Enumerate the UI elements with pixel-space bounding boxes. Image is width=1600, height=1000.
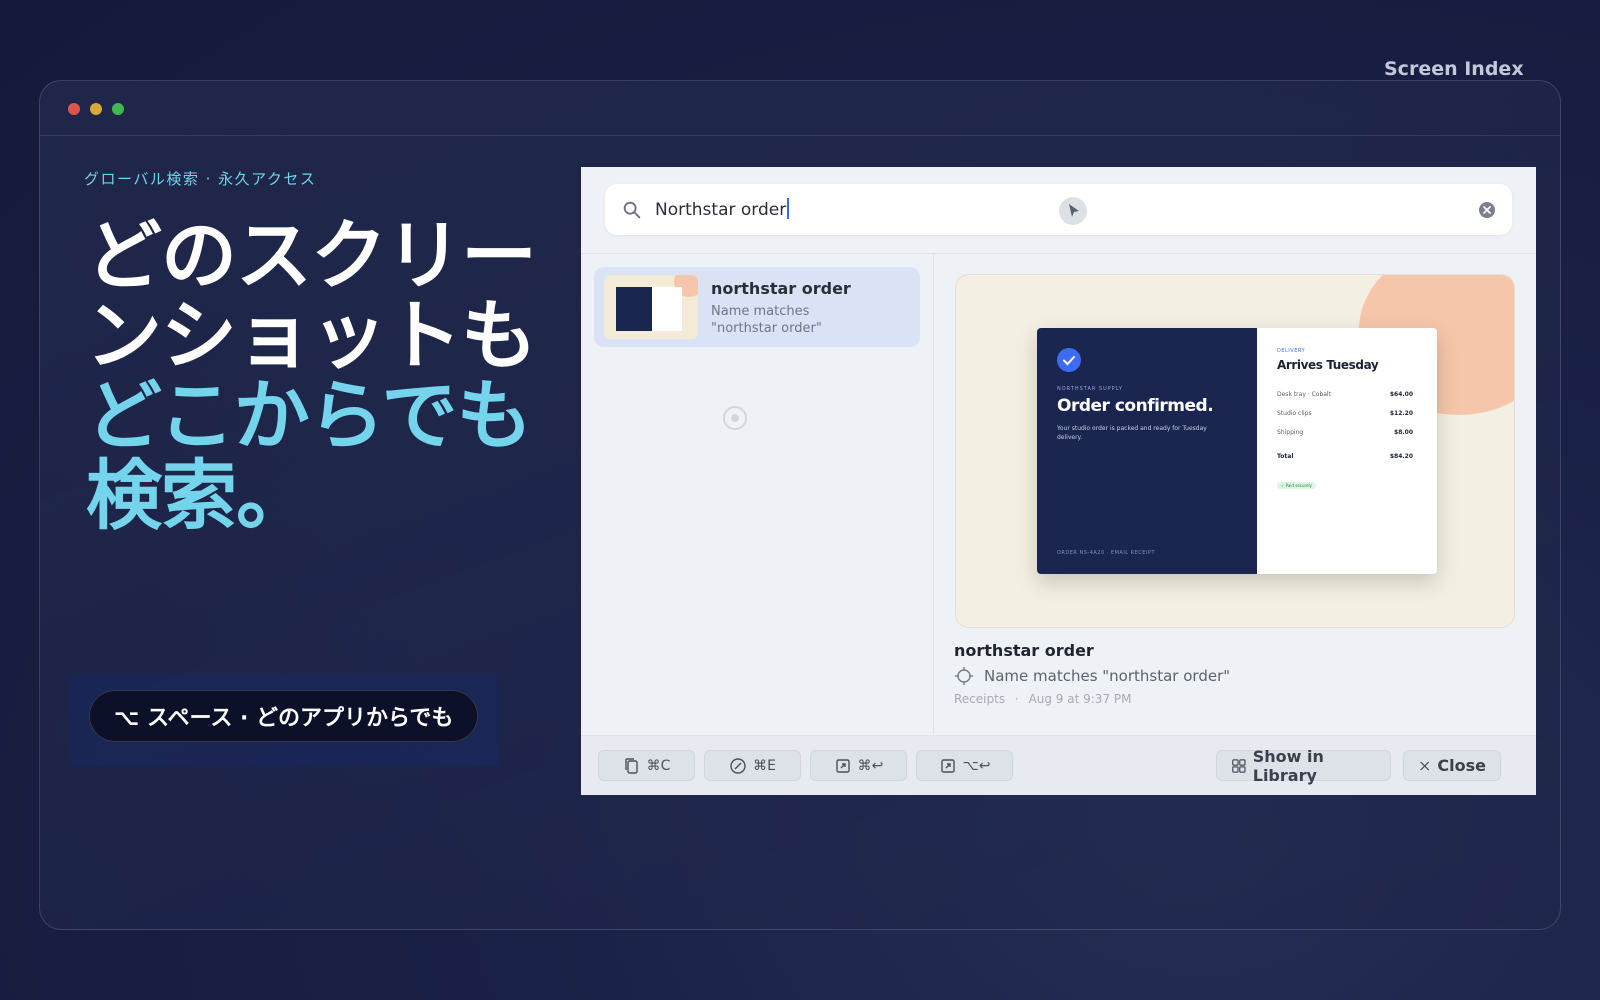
paid-badge: ✓ Paid securely: [1277, 482, 1317, 489]
open-button[interactable]: ⌘↩: [810, 750, 907, 781]
close-window-button[interactable]: [68, 103, 80, 115]
check-icon: [1057, 348, 1081, 372]
detail-match-text: Name matches "northstar order": [984, 667, 1231, 685]
result-subtitle-line-1: Name matches: [711, 304, 810, 319]
close-icon: [1420, 761, 1430, 770]
crosshair-icon: [955, 667, 973, 685]
hero-headline: どのスクリー ンショットも どこからでも 検索。: [86, 216, 586, 536]
receipt-total-amount: $84.20: [1389, 453, 1413, 460]
result-item[interactable]: northstar order Name matches "northstar …: [594, 267, 920, 347]
headline-line-2: ンショットも: [86, 291, 537, 380]
grid-icon: [1232, 758, 1246, 773]
search-query: Northstar order: [655, 200, 787, 220]
search-bar[interactable]: Northstar order: [605, 184, 1512, 235]
result-thumbnail: [604, 275, 698, 339]
detail-match: Name matches "northstar order": [954, 666, 1230, 686]
clear-search-icon[interactable]: [1477, 200, 1497, 220]
result-subtitle: Name matches "northstar order": [711, 303, 911, 337]
open-shortcut: ⌘↩: [857, 757, 884, 774]
show-in-library-button[interactable]: Show in Library: [1216, 747, 1391, 785]
receipt-row-amount: $12.20: [1389, 410, 1413, 417]
loading-spinner-icon: [723, 406, 747, 430]
headline-line-1: どのスクリー: [86, 211, 537, 300]
action-toolbar: ⌘C ⌘E ⌘↩ ⌥↩ Show in Library Close: [581, 735, 1536, 795]
open-external-icon: [835, 758, 850, 773]
receipt-total-label: Total: [1277, 453, 1294, 460]
detail-title: northstar order: [954, 641, 1094, 660]
receipt-footer: ORDER NS-4A20 · EMAIL RECEIPT: [1057, 550, 1156, 556]
receipt-title: Order confirmed.: [1057, 396, 1214, 416]
receipt-row: Desk tray · Cobalt $64.00: [1277, 391, 1413, 398]
receipt-description: Your studio order is packed and ready fo…: [1057, 425, 1207, 441]
receipt-right-panel: DELIVERY Arrives Tuesday Desk tray · Cob…: [1257, 328, 1437, 574]
header-divider: [581, 253, 1536, 254]
hero-eyebrow: グローバル検索 · 永久アクセス: [84, 170, 317, 188]
receipt-row-label: Shipping: [1277, 429, 1304, 436]
headline-line-4: 検索。: [86, 451, 312, 540]
open-alt-button[interactable]: ⌥↩: [916, 750, 1013, 781]
receipt-card: NORTHSTAR SUPPLY Order confirmed. Your s…: [1037, 328, 1437, 574]
pointer-cursor-icon: [1059, 197, 1087, 225]
show-in-library-label: Show in Library: [1252, 746, 1324, 785]
receipt-row-amount: $64.00: [1389, 391, 1413, 398]
zoom-window-button[interactable]: [112, 103, 124, 115]
detail-date: Aug 9 at 9:37 PM: [1028, 692, 1132, 706]
minimize-window-button[interactable]: [90, 103, 102, 115]
receipt-row: Shipping $8.00: [1277, 429, 1413, 436]
receipt-row-label: Studio clips: [1277, 410, 1312, 417]
brand-label: Screen Index: [1384, 58, 1524, 80]
close-label: Close: [1437, 756, 1486, 775]
search-input[interactable]: Northstar order: [655, 198, 790, 220]
receipt-row-label: Desk tray · Cobalt: [1277, 391, 1331, 398]
edit-shortcut: ⌘E: [753, 757, 776, 774]
meta-separator: ·: [1014, 692, 1019, 706]
open-alt-icon: [940, 758, 955, 773]
text-caret: [787, 198, 790, 219]
headline-line-3: どこからでも: [86, 371, 532, 460]
detail-collection[interactable]: Receipts: [954, 692, 1005, 706]
open-alt-shortcut: ⌥↩: [962, 757, 991, 774]
shortcut-pill: ⌥ スペース · どのアプリからでも: [89, 690, 479, 742]
receipt-left-panel: NORTHSTAR SUPPLY Order confirmed. Your s…: [1037, 328, 1257, 574]
pane-divider: [933, 254, 934, 734]
edit-button[interactable]: ⌘E: [704, 750, 801, 781]
result-subtitle-line-2: "northstar order": [711, 321, 822, 336]
preview-image: NORTHSTAR SUPPLY Order confirmed. Your s…: [955, 274, 1515, 628]
copy-icon: [624, 757, 638, 774]
receipt-total-row: Total $84.20: [1277, 453, 1413, 460]
result-title: northstar order: [711, 279, 851, 298]
copy-shortcut: ⌘C: [646, 757, 671, 774]
window-titlebar: [40, 81, 1560, 136]
close-button[interactable]: Close: [1403, 750, 1501, 781]
delivery-title: Arrives Tuesday: [1277, 358, 1379, 372]
search-icon: [623, 201, 641, 219]
receipt-row-amount: $8.00: [1394, 429, 1413, 436]
detail-meta: Receipts · Aug 9 at 9:37 PM: [954, 692, 1137, 706]
edit-icon: [730, 757, 746, 774]
delivery-label: DELIVERY: [1277, 348, 1306, 354]
receipt-brand: NORTHSTAR SUPPLY: [1057, 386, 1123, 392]
search-panel: Northstar order northstar order Name mat…: [581, 167, 1536, 795]
receipt-row: Studio clips $12.20: [1277, 410, 1413, 417]
copy-button[interactable]: ⌘C: [598, 750, 695, 781]
